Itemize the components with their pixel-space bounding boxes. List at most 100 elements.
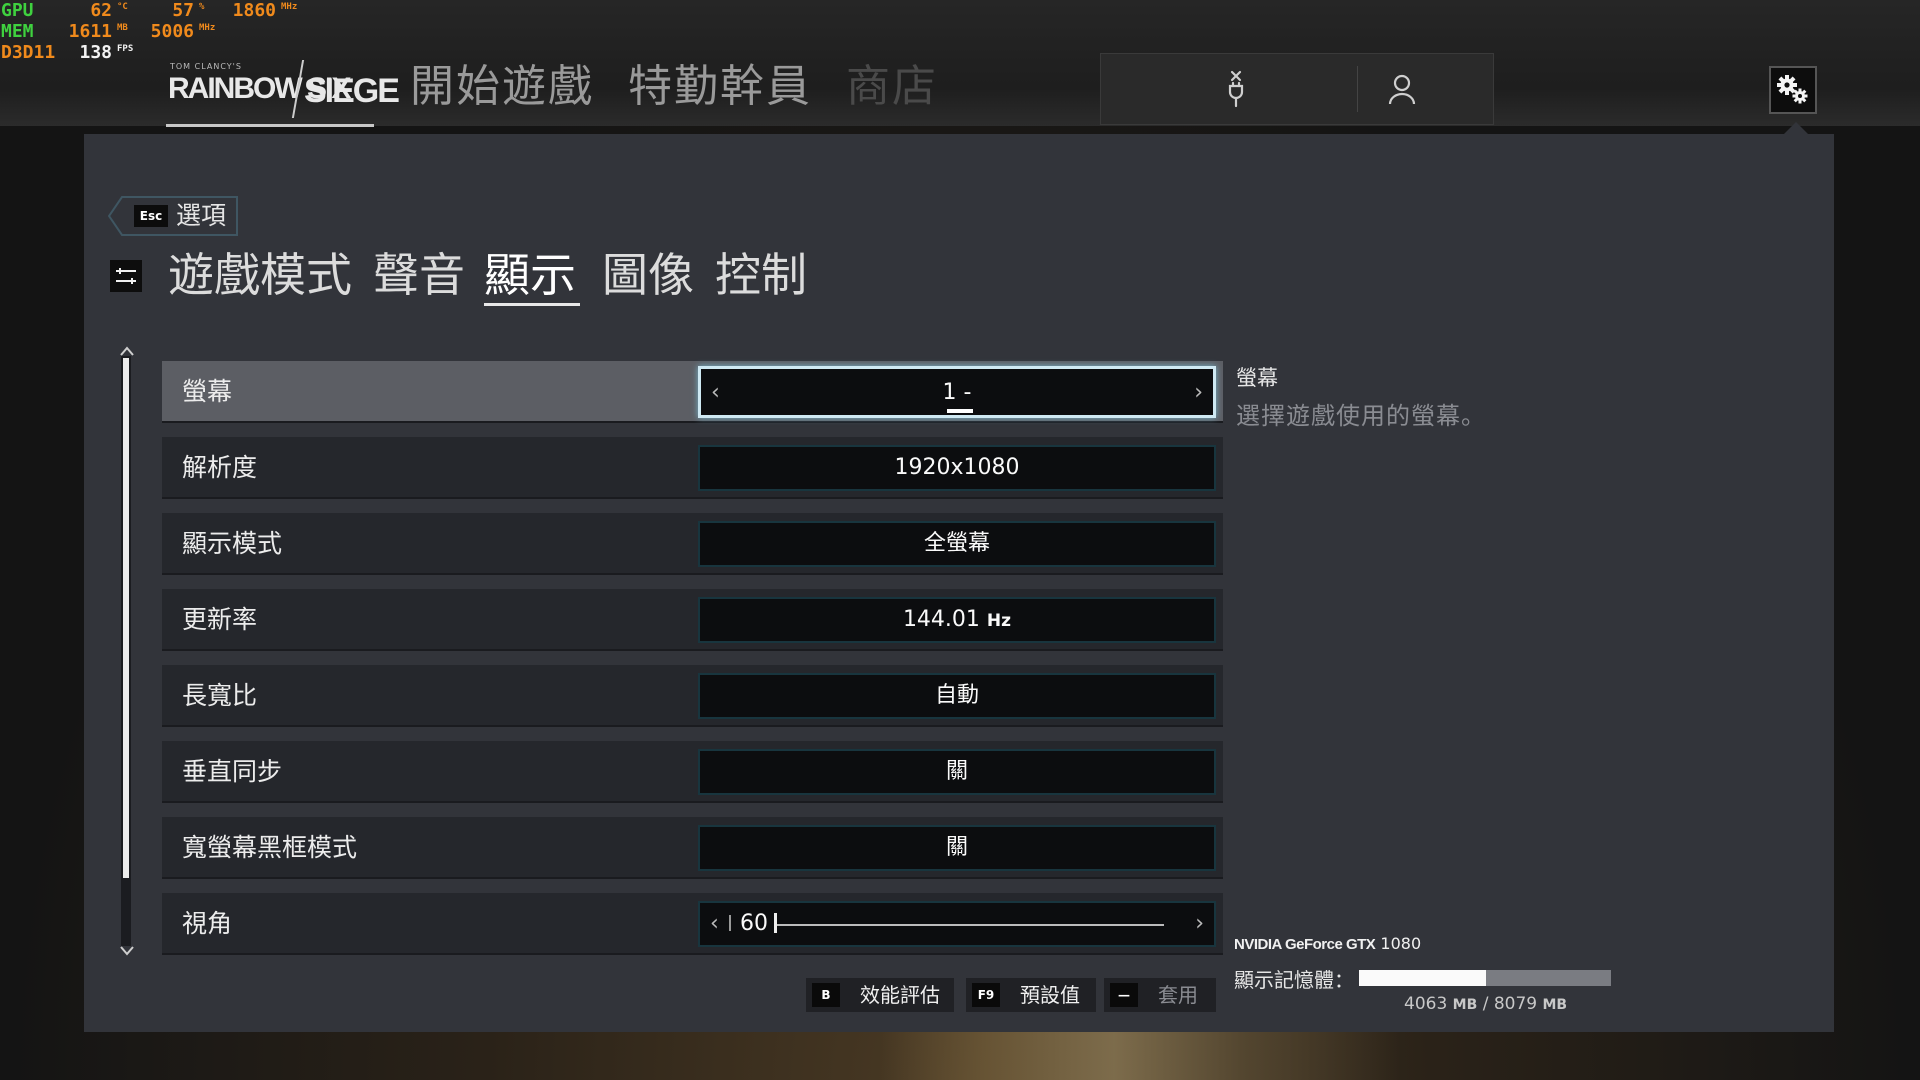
vram-separator: /: [1482, 994, 1489, 1014]
user-panel: [1100, 53, 1494, 125]
nav-tab-store[interactable]: 商店: [846, 58, 938, 116]
resolution-dropdown[interactable]: 1920x1080: [698, 445, 1216, 491]
settings-button[interactable]: [1769, 66, 1817, 114]
back-button[interactable]: Esc 選項: [108, 196, 238, 236]
overlay-unit: °C: [117, 2, 128, 12]
key-badge: —: [1110, 983, 1138, 1007]
slider-track[interactable]: [777, 924, 1164, 926]
game-logo[interactable]: TOM CLANCY'S RAINBOW SIX SIEGE: [166, 58, 400, 127]
setting-row-fov[interactable]: 視角 ‹ 60 ›: [162, 893, 1223, 955]
sliders-icon: [110, 260, 142, 292]
key-badge: F9: [972, 983, 1000, 1007]
scrollbar-thumb[interactable]: [123, 358, 129, 878]
setting-value: 144.01: [902, 607, 980, 632]
setting-label: 垂直同步: [182, 757, 283, 786]
logo-publisher: TOM CLANCY'S: [170, 62, 242, 71]
back-label: 選項: [176, 201, 227, 230]
vram-label: 顯示記憶體：: [1234, 968, 1354, 992]
vram-used: 4063: [1404, 994, 1448, 1014]
vram-usage-fill: [1359, 970, 1486, 986]
benchmark-button[interactable]: B 效能評估: [806, 978, 954, 1012]
setting-label: 螢幕: [182, 377, 233, 406]
description-body: 選擇遊戲使用的螢幕。: [1236, 402, 1486, 430]
key-badge: B: [812, 983, 840, 1007]
chevron-left-icon[interactable]: ‹: [711, 369, 720, 417]
tab-controls[interactable]: 控制: [715, 244, 807, 306]
description-title: 螢幕: [1236, 366, 1278, 390]
overlay-unit: MHz: [281, 2, 298, 12]
selection-indicator: [947, 409, 973, 413]
fov-value: 60: [740, 911, 768, 936]
vram-usage-bar: [1359, 970, 1611, 986]
setting-label: 寬螢幕黑框模式: [182, 833, 358, 862]
gpu-brand: NVIDIA GeForce GTX: [1234, 936, 1376, 953]
nav-tab-play[interactable]: 開始遊戲: [410, 58, 594, 116]
tab-audio[interactable]: 聲音: [373, 244, 465, 306]
vram-unit: MB: [1452, 997, 1478, 1013]
setting-label: 視角: [182, 909, 233, 938]
button-label: 套用: [1158, 983, 1198, 1007]
scrollbar-track[interactable]: [121, 356, 131, 946]
slider-min-tick: [729, 915, 731, 931]
overlay-key: MEM: [1, 21, 34, 42]
slider-handle[interactable]: [774, 913, 777, 933]
tab-gameplay[interactable]: 遊戲模式: [168, 244, 352, 306]
setting-row-monitor[interactable]: 螢幕 ‹ 1 - ›: [162, 361, 1223, 423]
apply-button[interactable]: — 套用: [1104, 978, 1216, 1012]
overlay-value: 1860: [232, 0, 276, 21]
button-label: 效能評估: [860, 983, 940, 1007]
gear-icon: [1777, 75, 1808, 104]
user-icon[interactable]: [1387, 70, 1417, 108]
background-artwork: [880, 1032, 1400, 1080]
overlay-value: 138: [79, 42, 112, 63]
letterbox-dropdown[interactable]: 關: [698, 825, 1216, 871]
aspect-ratio-dropdown[interactable]: 自動: [698, 673, 1216, 719]
scroll-down-icon[interactable]: [118, 944, 136, 958]
setting-label: 更新率: [182, 605, 258, 634]
gpu-model: 1080: [1380, 934, 1422, 953]
overlay-unit: FPS: [117, 44, 134, 54]
tab-display[interactable]: 顯示: [484, 244, 580, 306]
tab-graphics[interactable]: 圖像: [602, 244, 694, 306]
setting-label: 長寬比: [182, 681, 258, 710]
vram-unit: MB: [1542, 997, 1568, 1013]
esc-key-badge: Esc: [134, 205, 168, 227]
setting-row-resolution[interactable]: 解析度 1920x1080: [162, 437, 1223, 499]
setting-row-refresh-rate[interactable]: 更新率 144.01 Hz: [162, 589, 1223, 651]
overlay-unit: MB: [117, 23, 128, 33]
controller-disconnected-icon[interactable]: [1221, 70, 1251, 108]
setting-row-letterbox[interactable]: 寬螢幕黑框模式 關: [162, 817, 1223, 879]
setting-unit: Hz: [986, 611, 1012, 631]
overlay-value: 57: [172, 0, 194, 21]
fov-slider[interactable]: ‹ 60 ›: [698, 901, 1216, 947]
button-label: 預設值: [1020, 983, 1080, 1007]
overlay-key: GPU: [1, 0, 34, 21]
vsync-dropdown[interactable]: 關: [698, 749, 1216, 795]
monitor-selector[interactable]: ‹ 1 - ›: [698, 366, 1216, 418]
nav-tab-operators[interactable]: 特勤幹員: [628, 58, 812, 116]
chevron-right-icon[interactable]: ›: [1194, 369, 1203, 417]
overlay-value: 5006: [150, 21, 194, 42]
overlay-value: 62: [90, 0, 112, 21]
setting-value: 1 -: [942, 380, 972, 405]
display-mode-dropdown[interactable]: 全螢幕: [698, 521, 1216, 567]
vram-total: 8079: [1493, 994, 1538, 1014]
setting-row-aspect-ratio[interactable]: 長寬比 自動: [162, 665, 1223, 727]
overlay-key: D3D11: [1, 42, 56, 63]
chevron-left-icon[interactable]: ‹: [710, 903, 719, 945]
user-panel-divider: [1357, 66, 1358, 112]
setting-label: 解析度: [182, 453, 258, 482]
logo-siege: SIEGE: [304, 72, 400, 110]
chevron-right-icon[interactable]: ›: [1195, 903, 1204, 945]
vram-text: 4063 MB / 8079 MB: [1404, 994, 1567, 1014]
overlay-unit: MHz: [199, 23, 216, 33]
gpu-name: NVIDIA GeForce GTX 1080: [1234, 934, 1421, 953]
setting-label: 顯示模式: [182, 529, 283, 558]
performance-overlay: GPU 62 °C 57 % 1860 MHz MEM 1611 MB 5006…: [0, 0, 320, 66]
setting-row-vsync[interactable]: 垂直同步 關: [162, 741, 1223, 803]
defaults-button[interactable]: F9 預設值: [966, 978, 1096, 1012]
setting-row-display-mode[interactable]: 顯示模式 全螢幕: [162, 513, 1223, 575]
settings-pointer: [1784, 122, 1808, 134]
refresh-rate-dropdown[interactable]: 144.01 Hz: [698, 597, 1216, 643]
overlay-unit: %: [199, 2, 205, 12]
